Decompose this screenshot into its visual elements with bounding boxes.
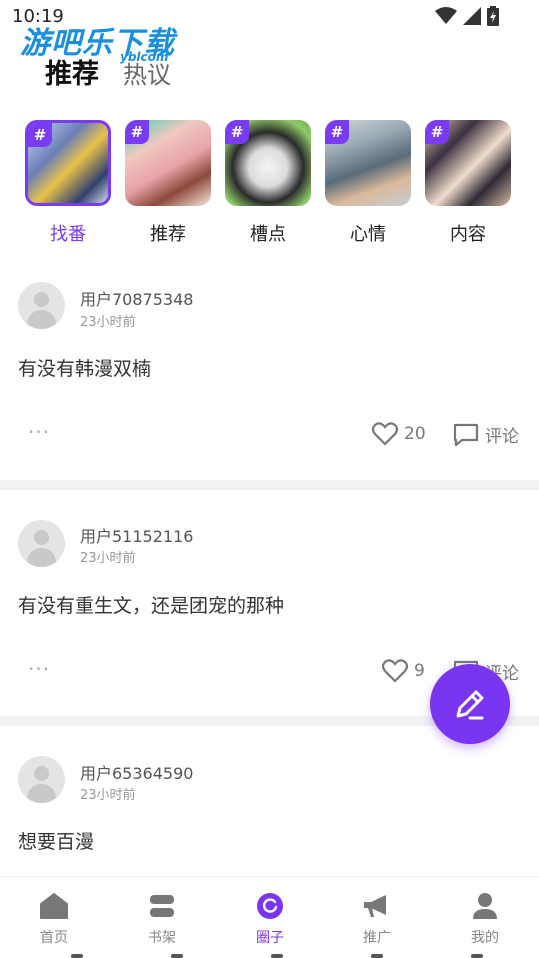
avatar[interactable] xyxy=(18,756,65,803)
post-username[interactable]: 用户51152116 xyxy=(80,523,193,547)
nav-indicator xyxy=(471,954,483,958)
topic-item-complaint[interactable]: # 槽点 xyxy=(224,120,312,246)
circle-icon xyxy=(255,891,285,921)
pencil-icon xyxy=(456,690,484,720)
nav-indicator xyxy=(371,954,383,958)
nav-label: 圈子 xyxy=(256,930,284,946)
home-icon xyxy=(39,891,69,921)
profile-icon xyxy=(470,891,500,921)
tab-hot[interactable]: 热议 xyxy=(123,55,171,90)
comment-label: 评论 xyxy=(485,427,519,447)
nav-label: 推广 xyxy=(363,930,391,946)
comment-icon xyxy=(453,423,479,446)
post-username[interactable]: 用户70875348 xyxy=(80,286,193,310)
nav-label: 首页 xyxy=(40,930,68,946)
more-options-button[interactable]: ··· xyxy=(28,657,50,681)
post-time: 23小时前 xyxy=(80,315,136,330)
heart-icon xyxy=(382,659,408,683)
signal-icon xyxy=(463,7,481,25)
nav-item-promote[interactable]: 推广 xyxy=(347,891,407,947)
post-content[interactable]: 有没有重生文，还是团宠的那种 xyxy=(18,591,284,618)
post-content[interactable]: 想要百漫 xyxy=(18,827,94,854)
topic-list: # 找番 # 推荐 # 槽点 # 心情 # 内容 xyxy=(0,120,539,245)
battery-icon xyxy=(487,6,499,26)
post-time: 23小时前 xyxy=(80,788,136,803)
topic-label: 内容 xyxy=(450,224,486,245)
compose-button[interactable] xyxy=(430,664,510,744)
nav-indicator xyxy=(271,954,283,958)
nav-label: 书架 xyxy=(148,930,176,946)
like-count: 9 xyxy=(414,661,425,681)
hash-badge: # xyxy=(225,120,249,144)
bottom-nav: 首页 书架 圈子 推广 我的 xyxy=(0,876,539,958)
nav-item-circle[interactable]: 圈子 xyxy=(240,891,300,947)
topic-label: 找番 xyxy=(50,224,86,245)
topic-thumb: # xyxy=(125,120,211,206)
topic-item-content[interactable]: # 内容 xyxy=(424,120,512,246)
hash-badge: # xyxy=(125,120,149,144)
like-button[interactable]: 9 xyxy=(382,659,425,683)
topic-label: 槽点 xyxy=(250,224,286,245)
comment-button[interactable]: 评论 xyxy=(453,422,519,447)
post-content[interactable]: 有没有韩漫双楠 xyxy=(18,354,151,381)
tab-recommend[interactable]: 推荐 xyxy=(45,52,99,91)
avatar[interactable] xyxy=(18,282,65,329)
topic-thumb: # xyxy=(25,120,111,206)
top-tabs: 推荐 热议 xyxy=(45,52,171,91)
post-time: 23小时前 xyxy=(80,551,136,566)
post-username[interactable]: 用户65364590 xyxy=(80,760,193,784)
status-icons xyxy=(435,6,499,26)
topic-label: 推荐 xyxy=(150,224,186,245)
wifi-icon xyxy=(435,7,457,24)
hash-badge: # xyxy=(28,123,52,147)
more-options-button[interactable]: ··· xyxy=(28,420,50,444)
topic-label: 心情 xyxy=(350,224,386,245)
nav-item-bookshelf[interactable]: 书架 xyxy=(132,891,192,947)
topic-item-recommend[interactable]: # 推荐 xyxy=(124,120,212,246)
topic-thumb: # xyxy=(225,120,311,206)
nav-item-home[interactable]: 首页 xyxy=(24,891,84,947)
nav-indicator xyxy=(71,954,83,958)
post-card[interactable]: 用户65364590 23小时前 想要百漫 xyxy=(0,726,539,876)
bookshelf-icon xyxy=(147,891,177,921)
nav-item-me[interactable]: 我的 xyxy=(455,891,515,947)
hash-badge: # xyxy=(325,120,349,144)
topic-thumb: # xyxy=(325,120,411,206)
nav-label: 我的 xyxy=(471,930,499,946)
divider xyxy=(0,480,539,490)
nav-indicator xyxy=(171,954,183,958)
topic-thumb: # xyxy=(425,120,511,206)
hash-badge: # xyxy=(425,120,449,144)
post-card[interactable]: 用户70875348 23小时前 有没有韩漫双楠 ··· 20 评论 xyxy=(0,262,539,478)
like-button[interactable]: 20 xyxy=(372,422,426,446)
like-count: 20 xyxy=(404,424,426,444)
topic-item-find[interactable]: # 找番 xyxy=(24,120,112,246)
topic-item-mood[interactable]: # 心情 xyxy=(324,120,412,246)
heart-icon xyxy=(372,422,398,446)
avatar[interactable] xyxy=(18,520,65,567)
megaphone-icon xyxy=(362,891,392,921)
